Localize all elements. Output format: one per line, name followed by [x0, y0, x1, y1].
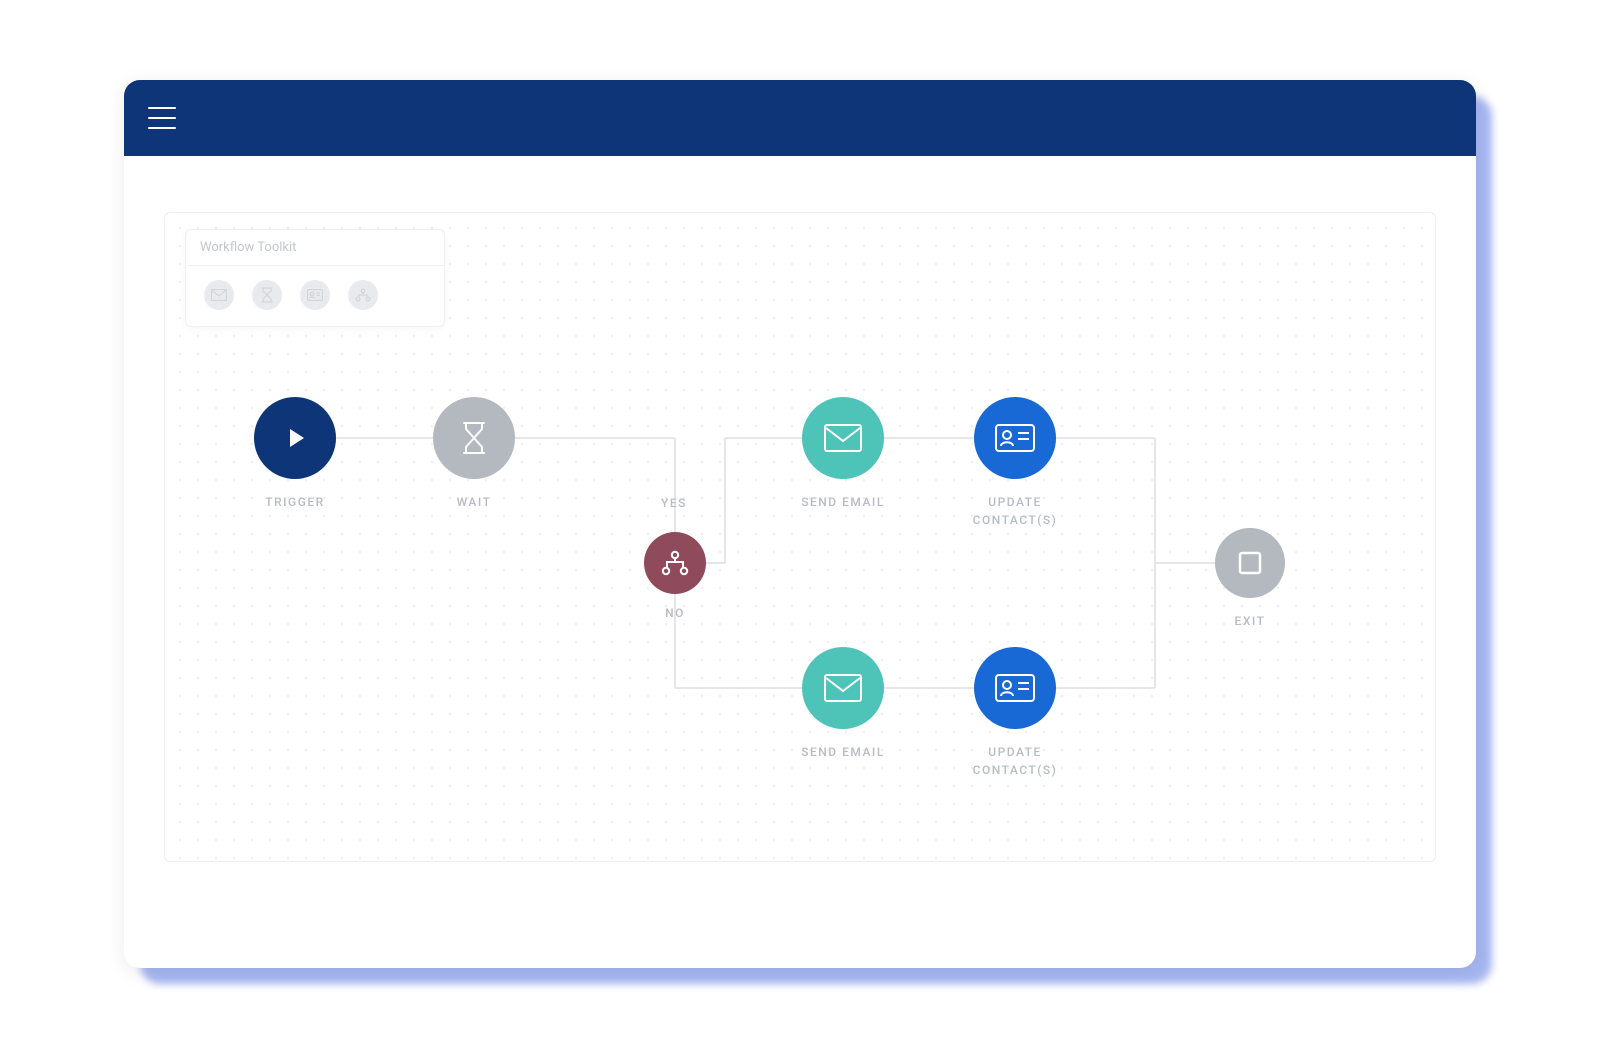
- wait-label: WAIT: [457, 493, 492, 511]
- node-update-contact-bottom[interactable]: UPDATE CONTACT(S): [955, 647, 1075, 779]
- exit-label: EXIT: [1235, 612, 1266, 630]
- send-email-top-circle[interactable]: [802, 397, 884, 479]
- workflow-canvas[interactable]: Workflow Toolkit: [164, 212, 1436, 862]
- node-wait[interactable]: WAIT: [414, 397, 534, 511]
- exit-circle[interactable]: [1215, 528, 1285, 598]
- contact-card-icon: [994, 423, 1036, 453]
- email-icon: [823, 423, 863, 453]
- branch-yes-label: YES: [661, 496, 687, 510]
- update-contact-bottom-circle[interactable]: [974, 647, 1056, 729]
- contact-card-icon: [994, 673, 1036, 703]
- branch-no-label: NO: [665, 604, 685, 622]
- node-branch[interactable]: NO: [615, 532, 735, 622]
- trigger-circle[interactable]: [254, 397, 336, 479]
- hourglass-icon: [461, 420, 487, 456]
- update-contact-top-circle[interactable]: [974, 397, 1056, 479]
- node-send-email-bottom[interactable]: SEND EMAIL: [783, 647, 903, 761]
- app-window: Workflow Toolkit: [124, 80, 1476, 968]
- branch-icon: [660, 550, 690, 576]
- app-window-wrapper: Workflow Toolkit: [124, 80, 1476, 968]
- branch-circle[interactable]: [644, 532, 706, 594]
- send-email-bottom-label: SEND EMAIL: [801, 743, 885, 761]
- stop-icon: [1237, 550, 1263, 576]
- update-contact-bottom-label: UPDATE CONTACT(S): [955, 743, 1075, 779]
- node-update-contact-top[interactable]: UPDATE CONTACT(S): [955, 397, 1075, 529]
- send-email-top-label: SEND EMAIL: [801, 493, 885, 511]
- send-email-bottom-circle[interactable]: [802, 647, 884, 729]
- update-contact-top-label: UPDATE CONTACT(S): [955, 493, 1075, 529]
- node-send-email-top[interactable]: SEND EMAIL: [783, 397, 903, 511]
- wait-circle[interactable]: [433, 397, 515, 479]
- menu-button[interactable]: [148, 107, 176, 129]
- titlebar: [124, 80, 1476, 156]
- play-icon: [281, 424, 309, 452]
- email-icon: [823, 673, 863, 703]
- canvas-area: Workflow Toolkit: [124, 156, 1476, 968]
- trigger-label: TRIGGER: [265, 493, 324, 511]
- nodes-layer: TRIGGER WAIT YES: [165, 213, 1435, 861]
- node-exit[interactable]: EXIT: [1190, 528, 1310, 630]
- node-trigger[interactable]: TRIGGER: [235, 397, 355, 511]
